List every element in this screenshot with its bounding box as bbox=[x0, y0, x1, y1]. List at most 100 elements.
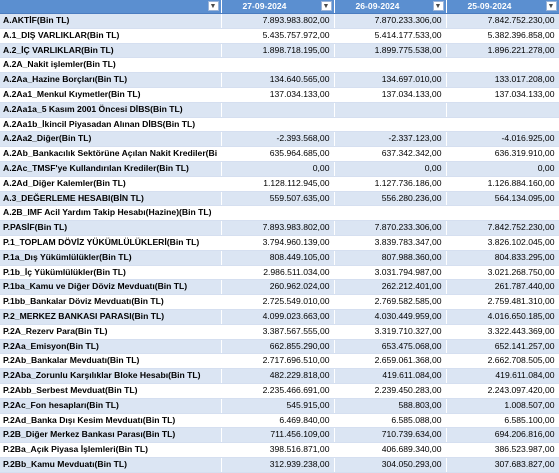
row-label-cell[interactable]: P.2B_Diğer Merkez Bankası Parası(Bin TL) bbox=[0, 427, 222, 444]
value-cell[interactable] bbox=[446, 57, 559, 74]
value-cell[interactable]: 1.898.718.195,00 bbox=[221, 43, 335, 59]
value-cell[interactable]: 7.870.233.306,00 bbox=[334, 220, 447, 236]
column-header-date[interactable]: 27-09-2024 ▼ bbox=[221, 0, 335, 14]
value-cell[interactable]: 7.842.752.230,00 bbox=[446, 13, 559, 29]
value-cell[interactable]: 564.134.095,00 bbox=[446, 191, 559, 207]
value-cell[interactable] bbox=[446, 205, 559, 222]
value-cell[interactable]: 807.988.360,00 bbox=[334, 250, 447, 266]
table-row[interactable]: A.2Aa1b_İkincil Piyasadan Alınan DİBS(Bi… bbox=[0, 117, 559, 133]
row-label-cell[interactable]: A.2Aa2_Diğer(Bin TL) bbox=[0, 131, 222, 148]
value-cell[interactable]: 307.683.827,00 bbox=[446, 457, 559, 473]
table-row[interactable]: P.2Aa_Emisyon(Bin TL) 662.855.290,00 653.4… bbox=[0, 339, 559, 355]
column-header-date[interactable]: 26-09-2024 ▼ bbox=[334, 0, 447, 14]
table-row[interactable]: P.1a_Dış Yükümlülükler(Bin TL) 808.449.10… bbox=[0, 250, 559, 266]
value-cell[interactable]: 2.769.582.585,00 bbox=[334, 294, 447, 310]
value-cell[interactable] bbox=[334, 205, 447, 222]
row-label-cell[interactable]: P.PASİF(Bin TL) bbox=[0, 220, 222, 236]
value-cell[interactable]: 2.986.511.034,00 bbox=[221, 265, 335, 281]
row-label-cell[interactable]: P.2Ad_Banka Dışı Kesim Mevduatı(Bin TL) bbox=[0, 413, 222, 429]
row-label-cell[interactable]: A.2Ab_Bankacılık Sektörüne Açılan Nakit … bbox=[0, 146, 222, 162]
value-cell[interactable]: 694.206.816,00 bbox=[446, 427, 559, 444]
value-cell[interactable]: 419.611.084,00 bbox=[334, 368, 447, 384]
row-label-cell[interactable]: P.2_MERKEZ BANKASI PARASI(Bin TL) bbox=[0, 309, 222, 325]
value-cell[interactable] bbox=[221, 117, 335, 133]
table-row[interactable]: P.2Ba_Açık Piyasa İşlemleri(Bin TL) 398.5… bbox=[0, 442, 559, 458]
value-cell[interactable]: -2.337.123,00 bbox=[334, 131, 447, 148]
value-cell[interactable] bbox=[334, 117, 447, 133]
row-label-cell[interactable]: P.2Bb_Kamu Mevduatı(Bin TL) bbox=[0, 457, 222, 473]
value-cell[interactable]: 3.319.710.327,00 bbox=[334, 324, 447, 340]
value-cell[interactable]: 482.229.818,00 bbox=[221, 368, 335, 384]
value-cell[interactable]: 545.915,00 bbox=[221, 398, 335, 414]
value-cell[interactable]: 556.280.236,00 bbox=[334, 191, 447, 207]
value-cell[interactable]: 7.893.983.802,00 bbox=[221, 13, 335, 29]
table-row[interactable]: A.2_İÇ VARLIKLAR(Bin TL) 1.898.718.195,00… bbox=[0, 43, 559, 59]
table-row[interactable]: A.2Aa1a_5 Kasım 2001 Öncesi DİBS(Bin TL) bbox=[0, 102, 559, 118]
value-cell[interactable]: 137.034.133,00 bbox=[334, 87, 447, 103]
value-cell[interactable]: 7.870.233.306,00 bbox=[334, 13, 447, 29]
column-header-label[interactable]: ▼ bbox=[0, 0, 222, 14]
value-cell[interactable]: 7.842.752.230,00 bbox=[446, 220, 559, 236]
row-label-cell[interactable]: A.2Aa1b_İkincil Piyasadan Alınan DİBS(Bi… bbox=[0, 117, 222, 133]
value-cell[interactable]: 2.662.708.505,00 bbox=[446, 353, 559, 370]
row-label-cell[interactable]: P.1b_İç Yükümlülükler(Bin TL) bbox=[0, 265, 222, 281]
value-cell[interactable]: 261.787.440,00 bbox=[446, 279, 559, 296]
table-row[interactable]: A.2Aa1_Menkul Kıymetler(Bin TL) 137.034.1… bbox=[0, 87, 559, 103]
table-row[interactable]: P.2Abb_Serbest Mevduat(Bin TL) 2.235.466.… bbox=[0, 383, 559, 399]
value-cell[interactable]: 0,00 bbox=[334, 161, 447, 177]
table-row[interactable]: A.2Aa2_Diğer(Bin TL) -2.393.568,00 -2.337.… bbox=[0, 131, 559, 148]
value-cell[interactable]: 6.585.100,00 bbox=[446, 413, 559, 429]
row-label-cell[interactable]: A.1_DIŞ VARLIKLAR(Bin TL) bbox=[0, 28, 222, 44]
value-cell[interactable]: 0,00 bbox=[446, 161, 559, 177]
value-cell[interactable]: 7.893.983.802,00 bbox=[221, 220, 335, 236]
value-cell[interactable]: 2.239.450.283,00 bbox=[334, 383, 447, 399]
row-label-cell[interactable]: P.2Abb_Serbest Mevduat(Bin TL) bbox=[0, 383, 222, 399]
value-cell[interactable]: 5.382.396.858,00 bbox=[446, 28, 559, 44]
value-cell[interactable] bbox=[221, 102, 335, 118]
value-cell[interactable]: 1.127.736.186,00 bbox=[334, 176, 447, 192]
value-cell[interactable]: 4.099.023.663,00 bbox=[221, 309, 335, 325]
table-row[interactable]: P.2Aba_Zorunlu Karşılıklar Bloke Hesabı(… bbox=[0, 368, 559, 384]
value-cell[interactable]: 1.899.775.538,00 bbox=[334, 43, 447, 59]
row-label-cell[interactable]: A.2B_IMF Acil Yardım Takip Hesabı(Hazine… bbox=[0, 205, 222, 222]
row-label-cell[interactable]: P.1a_Dış Yükümlülükler(Bin TL) bbox=[0, 250, 222, 266]
value-cell[interactable]: 406.689.340,00 bbox=[334, 442, 447, 458]
value-cell[interactable]: 711.456.109,00 bbox=[221, 427, 335, 444]
row-label-cell[interactable]: A.2Ad_Diğer Kalemler(Bin TL) bbox=[0, 176, 222, 192]
table-row[interactable]: P.2Ab_Bankalar Mevduatı(Bin TL) 2.717.696… bbox=[0, 353, 559, 370]
value-cell[interactable]: 808.449.105,00 bbox=[221, 250, 335, 266]
table-row[interactable]: P.2Bb_Kamu Mevduatı(Bin TL) 312.939.238,0… bbox=[0, 457, 559, 473]
value-cell[interactable]: 134.640.565,00 bbox=[221, 72, 335, 88]
value-cell[interactable]: 134.697.010,00 bbox=[334, 72, 447, 88]
value-cell[interactable]: 2.243.097.420,00 bbox=[446, 383, 559, 399]
table-row[interactable]: P.2B_Diğer Merkez Bankası Parası(Bin TL)… bbox=[0, 427, 559, 444]
value-cell[interactable] bbox=[446, 102, 559, 118]
row-label-cell[interactable]: A.2A_Nakit işlemler(Bin TL) bbox=[0, 57, 222, 74]
value-cell[interactable]: 588.803,00 bbox=[334, 398, 447, 414]
value-cell[interactable]: 2.759.481.310,00 bbox=[446, 294, 559, 310]
value-cell[interactable]: 304.050.293,00 bbox=[334, 457, 447, 473]
table-row[interactable]: P.1_TOPLAM DÖVİZ YÜKÜMLÜLÜKLERİ(Bin TL) 3… bbox=[0, 235, 559, 251]
value-cell[interactable] bbox=[334, 102, 447, 118]
value-cell[interactable]: 137.034.133,00 bbox=[446, 87, 559, 103]
value-cell[interactable]: 2.717.696.510,00 bbox=[221, 353, 335, 370]
row-label-cell[interactable]: A.2Aa1_Menkul Kıymetler(Bin TL) bbox=[0, 87, 222, 103]
value-cell[interactable]: 662.855.290,00 bbox=[221, 339, 335, 355]
value-cell[interactable]: 262.212.401,00 bbox=[334, 279, 447, 296]
value-cell[interactable]: 137.034.133,00 bbox=[221, 87, 335, 103]
value-cell[interactable] bbox=[446, 117, 559, 133]
table-row[interactable]: P.PASİF(Bin TL) 7.893.983.802,00 7.870.233… bbox=[0, 220, 559, 236]
value-cell[interactable]: 398.516.871,00 bbox=[221, 442, 335, 458]
row-label-cell[interactable]: P.2Aa_Emisyon(Bin TL) bbox=[0, 339, 222, 355]
table-row[interactable]: P.2_MERKEZ BANKASI PARASI(Bin TL) 4.099.0… bbox=[0, 309, 559, 325]
row-label-cell[interactable]: P.2Aba_Zorunlu Karşılıklar Bloke Hesabı(… bbox=[0, 368, 222, 384]
value-cell[interactable]: 3.826.102.045,00 bbox=[446, 235, 559, 251]
value-cell[interactable]: 652.141.257,00 bbox=[446, 339, 559, 355]
value-cell[interactable]: 2.659.061.368,00 bbox=[334, 353, 447, 370]
row-label-cell[interactable]: A.2Aa1a_5 Kasım 2001 Öncesi DİBS(Bin TL) bbox=[0, 102, 222, 118]
value-cell[interactable]: 2.235.466.691,00 bbox=[221, 383, 335, 399]
value-cell[interactable]: 804.833.295,00 bbox=[446, 250, 559, 266]
row-label-cell[interactable]: A.2Aa_Hazine Borçları(Bin TL) bbox=[0, 72, 222, 88]
value-cell[interactable]: 636.319.910,00 bbox=[446, 146, 559, 162]
value-cell[interactable]: 3.031.794.987,00 bbox=[334, 265, 447, 281]
